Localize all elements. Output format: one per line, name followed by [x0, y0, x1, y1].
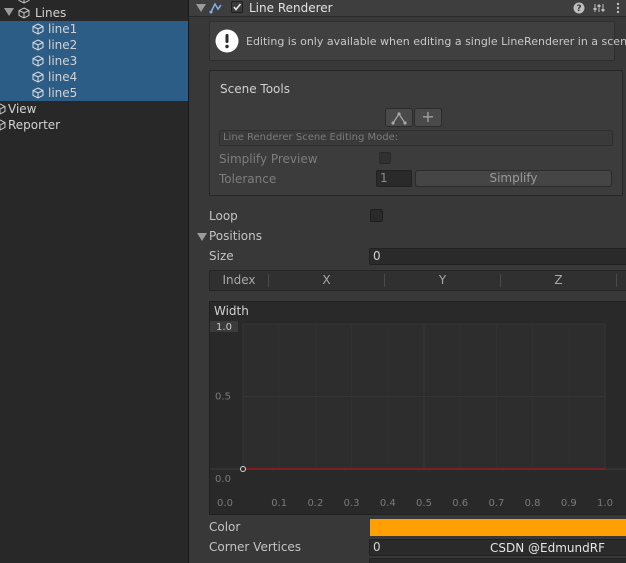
hierarchy-item-label: Reporter — [8, 118, 61, 132]
width-label: Width — [214, 304, 249, 318]
tolerance-value: 1 — [380, 171, 388, 185]
x-tick-label: 0.8 — [525, 498, 541, 509]
hierarchy-item-reporter[interactable]: Reporter — [0, 117, 188, 133]
gameobject-icon — [32, 87, 44, 99]
gameobject-icon — [32, 39, 44, 51]
column-header-x: X — [322, 273, 331, 287]
column-header-index: Index — [222, 273, 256, 287]
hierarchy-item-label: line5 — [48, 86, 78, 100]
hierarchy-item-label: line1 — [48, 22, 78, 36]
hierarchy-item-label: line2 — [48, 38, 78, 52]
column-header-z: Z — [554, 273, 563, 287]
scene-editing-mode-label: Line Renderer Scene Editing Mode: — [223, 132, 399, 143]
more-options-icon[interactable] — [614, 2, 622, 14]
loop-label: Loop — [209, 209, 238, 223]
x-tick-label: 0.5 — [416, 498, 432, 509]
x-tick-label: 0.3 — [344, 498, 360, 509]
curve-y-ticks: 1.0 0.5 0.0 — [210, 321, 238, 485]
corner-vertices-label: Corner Vertices — [209, 540, 302, 554]
scene-editing-mode-field: Line Renderer Scene Editing Mode: — [219, 130, 613, 146]
edit-points-icon — [391, 112, 407, 125]
gameobject-icon — [0, 103, 6, 115]
hierarchy-item-line5[interactable]: line5 — [0, 85, 188, 101]
tolerance-label: Tolerance — [219, 172, 277, 186]
gameobject-icon — [0, 119, 6, 131]
svg-text:?: ? — [576, 4, 581, 14]
x-tick-label: 0.4 — [380, 498, 396, 509]
gameobject-icon — [18, 7, 30, 19]
gameobject-icon — [32, 71, 44, 83]
hierarchy-panel: Lines line1 line2 line3 line4 line5 View… — [0, 0, 189, 563]
scene-tools-box: Scene Tools + Line Renderer Scene Editin… — [209, 70, 623, 196]
y-tick-label: 0.5 — [215, 392, 231, 403]
component-header[interactable]: Line Renderer ? — [189, 0, 626, 17]
tolerance-input[interactable]: 1 — [376, 170, 412, 187]
enabled-checkbox[interactable] — [231, 1, 243, 13]
hierarchy-item-label: Lines — [35, 6, 67, 20]
hierarchy-item-line2[interactable]: line2 — [0, 37, 188, 53]
hierarchy-item-label: line3 — [48, 54, 78, 68]
x-tick-label: 0.6 — [452, 498, 468, 509]
hierarchy-item-label: View — [8, 102, 37, 116]
positions-table-header: Index X Y Z — [209, 270, 626, 291]
simplify-button-label: Simplify — [489, 171, 538, 185]
column-divider — [616, 274, 617, 287]
hierarchy-item-line3[interactable]: line3 — [0, 53, 188, 69]
simplify-preview-checkbox[interactable] — [379, 152, 391, 164]
x-tick-label: 0.9 — [561, 498, 577, 509]
help-message: Editing is only available when editing a… — [246, 35, 626, 48]
x-tick-label: 0.7 — [488, 498, 504, 509]
plus-icon: + — [421, 107, 435, 126]
info-help-box: Editing is only available when editing a… — [209, 21, 626, 61]
inspector-panel: Line Renderer ? Editing is only availabl… — [189, 0, 626, 563]
watermark-text: CSDN @EdmundRF — [490, 541, 605, 555]
checkmark-icon — [233, 3, 242, 11]
component-title: Line Renderer — [249, 1, 333, 15]
y-tick-label: 1.0 — [216, 322, 232, 333]
color-label: Color — [209, 520, 241, 534]
add-point-button[interactable]: + — [414, 108, 442, 127]
y-tick-label: 0.0 — [215, 474, 231, 485]
positions-label[interactable]: Positions — [209, 228, 262, 244]
scene-tools-title: Scene Tools — [220, 82, 290, 96]
x-tick-label: 0.1 — [271, 498, 287, 509]
preset-sliders-icon[interactable] — [593, 2, 605, 14]
hierarchy-item-lines[interactable]: Lines — [0, 5, 188, 21]
curve-keyframe — [240, 466, 246, 472]
x-tick-label: 0.0 — [217, 498, 233, 509]
corner-vertices-value: 0 — [373, 540, 381, 554]
loop-checkbox[interactable] — [370, 209, 383, 222]
curve-x-ticks: 0.0 0.1 0.2 0.3 0.4 0.5 0.6 0.7 0.8 0.9 1.0 — [217, 498, 613, 509]
help-icon[interactable]: ? — [573, 2, 585, 14]
color-swatch[interactable] — [370, 519, 626, 536]
size-label: Size — [209, 249, 234, 263]
positions-foldout-icon[interactable] — [197, 233, 207, 241]
hierarchy-item-line1[interactable]: line1 — [0, 21, 188, 37]
width-curve-plot[interactable]: 1.0 0.5 0.0 0.0 0.1 0.2 0.3 0.4 0.5 0.6 0.7 0.8 0.9… — [210, 320, 626, 514]
size-input[interactable]: 0 — [369, 248, 626, 265]
size-value: 0 — [373, 249, 381, 263]
info-icon — [215, 29, 239, 53]
simplify-button[interactable]: Simplify — [415, 170, 612, 187]
hierarchy-item-view[interactable]: View — [0, 101, 188, 117]
gameobject-icon — [18, 0, 30, 4]
x-tick-label: 0.2 — [307, 498, 323, 509]
x-tick-label: 1.0 — [597, 498, 613, 509]
line-renderer-icon — [209, 2, 222, 14]
next-field-partial[interactable] — [369, 558, 626, 563]
edit-points-button[interactable] — [385, 108, 413, 127]
expand-arrow-icon[interactable] — [4, 8, 14, 16]
width-curve-editor[interactable]: Width 1.0 0.5 0.0 0.0 0.1 0.2 0.3 0.4 0.5 0.6 0.7… — [209, 301, 626, 515]
hierarchy-item-label: line4 — [48, 70, 78, 84]
foldout-arrow-icon[interactable] — [196, 4, 206, 12]
gameobject-icon — [32, 55, 44, 67]
hierarchy-item-line4[interactable]: line4 — [0, 69, 188, 85]
simplify-preview-label: Simplify Preview — [219, 152, 318, 166]
gameobject-icon — [32, 23, 44, 35]
column-header-y: Y — [438, 273, 447, 287]
